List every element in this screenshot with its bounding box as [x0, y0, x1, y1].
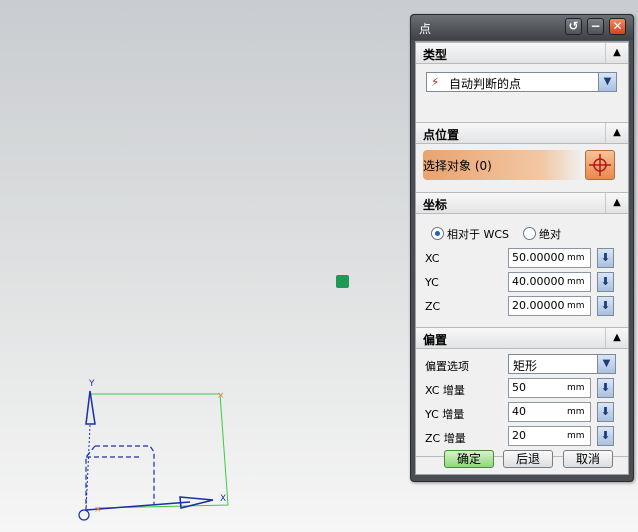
xc-increment-spin-button[interactable]: ⬇ [597, 378, 614, 398]
section-header-type[interactable]: 类型 ▲ [416, 42, 628, 64]
corner-marker-origin: × [94, 505, 102, 515]
zc-increment-field[interactable]: 20 mm [508, 426, 591, 446]
section-title-point-location: 点位置 [423, 128, 460, 142]
yc-increment-label: YC 增量 [425, 408, 465, 421]
section-header-coordinates[interactable]: 坐标 ▲ [416, 192, 628, 214]
yc-unit: mm [567, 277, 585, 287]
xc-increment-label: XC 增量 [425, 384, 465, 397]
point-dialog: 点 ↺ − ✕ 类型 ▲ ⚡ 自动判断的点 ▼ 点位置 ▲ 选择对象 (0) 坐… [410, 14, 634, 482]
zc-value: 20.000000 [512, 299, 564, 312]
point-marker[interactable] [336, 275, 349, 288]
section-title-offset: 偏置 [423, 333, 448, 347]
type-dropdown[interactable]: ⚡ 自动判断的点 ▼ [426, 72, 617, 92]
yc-increment-field[interactable]: 40 mm [508, 402, 591, 422]
corner-marker-top: × [217, 391, 225, 401]
reset-icon[interactable]: ↺ [565, 18, 582, 35]
yc-increment-unit: mm [567, 407, 585, 417]
select-object-label: 选择对象 (0) [423, 159, 492, 173]
wcs-dashed-outline [85, 445, 155, 510]
yc-field[interactable]: 40.000000 mm [508, 272, 591, 292]
crosshair-icon [589, 154, 611, 176]
axis-x-label: X [220, 494, 226, 504]
zc-increment-value: 20 [512, 429, 526, 442]
xc-increment-field[interactable]: 50 mm [508, 378, 591, 398]
y-axis-arrow-icon [85, 390, 96, 425]
xc-spin-button[interactable]: ⬇ [597, 248, 614, 268]
zc-spin-button[interactable]: ⬇ [597, 296, 614, 316]
collapse-icon[interactable]: ▲ [605, 43, 628, 63]
section-title-type: 类型 [423, 48, 448, 62]
back-button[interactable]: 后退 [503, 450, 553, 468]
section-header-offset[interactable]: 偏置 ▲ [416, 327, 628, 349]
xc-value: 50.000000 [512, 251, 564, 264]
zc-unit: mm [567, 301, 585, 311]
collapse-icon[interactable]: ▲ [605, 123, 628, 143]
dialog-title: 点 [419, 22, 432, 36]
inferred-point-icon: ⚡ [431, 75, 440, 89]
cancel-button[interactable]: 取消 [563, 450, 613, 468]
chevron-down-icon[interactable]: ▼ [598, 73, 616, 91]
offset-option-dropdown[interactable]: 矩形 ▼ [508, 354, 616, 374]
origin-icon [78, 509, 90, 521]
yc-increment-value: 40 [512, 405, 526, 418]
yc-spin-button[interactable]: ⬇ [597, 272, 614, 292]
minimize-icon[interactable]: − [587, 18, 604, 35]
axis-y-label: Y [88, 379, 95, 389]
radio-absolute-label: 绝对 [539, 228, 561, 241]
select-object-bar[interactable]: 选择对象 (0) [423, 150, 583, 180]
xc-unit: mm [567, 253, 585, 263]
chevron-down-icon[interactable]: ▼ [597, 355, 615, 373]
zc-label: ZC [425, 300, 441, 313]
section-header-point-location[interactable]: 点位置 ▲ [416, 122, 628, 144]
yc-value: 40.000000 [512, 275, 564, 288]
ok-button[interactable]: 确定 [444, 450, 494, 468]
xc-label: XC [425, 252, 440, 265]
yc-increment-spin-button[interactable]: ⬇ [597, 402, 614, 422]
offset-option-value: 矩形 [513, 359, 538, 373]
radio-relative-wcs[interactable] [431, 227, 444, 240]
offset-rectangle [90, 393, 229, 509]
zc-increment-label: ZC 增量 [425, 432, 466, 445]
dialog-titlebar[interactable]: 点 ↺ − ✕ [411, 15, 633, 40]
point-constructor-button[interactable] [585, 150, 615, 180]
xc-field[interactable]: 50.000000 mm [508, 248, 591, 268]
offset-option-label: 偏置选项 [425, 360, 469, 373]
collapse-icon[interactable]: ▲ [605, 193, 628, 213]
collapse-icon[interactable]: ▲ [605, 328, 628, 348]
radio-relative-label: 相对于 WCS [447, 228, 510, 241]
zc-increment-unit: mm [567, 431, 585, 441]
yc-label: YC [425, 276, 439, 289]
zc-increment-spin-button[interactable]: ⬇ [597, 426, 614, 446]
dialog-body: 类型 ▲ ⚡ 自动判断的点 ▼ 点位置 ▲ 选择对象 (0) 坐标 ▲ 相对于 … [415, 41, 629, 475]
xc-increment-value: 50 [512, 381, 526, 394]
type-dropdown-value: 自动判断的点 [449, 77, 522, 91]
section-title-coordinates: 坐标 [423, 198, 448, 212]
close-icon[interactable]: ✕ [609, 18, 626, 35]
xc-increment-unit: mm [567, 383, 585, 393]
zc-field[interactable]: 20.000000 mm [508, 296, 591, 316]
radio-absolute[interactable] [523, 227, 536, 240]
